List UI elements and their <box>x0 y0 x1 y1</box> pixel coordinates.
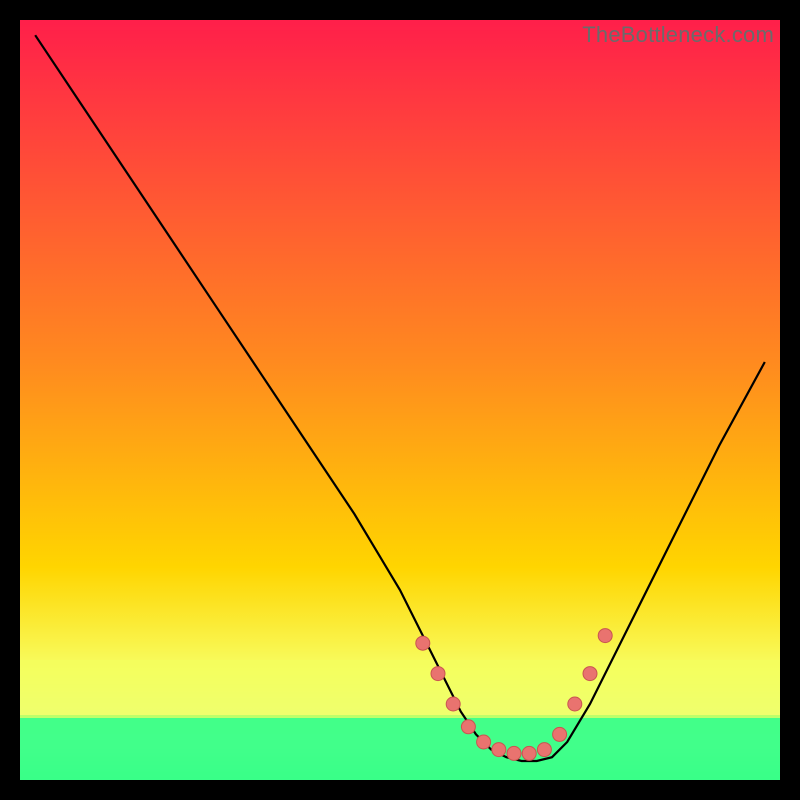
data-point <box>477 735 491 749</box>
data-point <box>431 667 445 681</box>
data-point <box>568 697 582 711</box>
data-point <box>537 743 551 757</box>
data-point <box>416 636 430 650</box>
data-point <box>492 743 506 757</box>
data-point <box>553 727 567 741</box>
data-point <box>522 746 536 760</box>
data-point <box>583 667 597 681</box>
data-point <box>507 746 521 760</box>
data-point <box>598 629 612 643</box>
yellow-band <box>20 660 780 718</box>
chart-svg <box>20 20 780 780</box>
data-point <box>461 720 475 734</box>
green-band <box>20 715 780 780</box>
data-point <box>446 697 460 711</box>
chart-frame: TheBottleneck.com <box>20 20 780 780</box>
watermark-text: TheBottleneck.com <box>582 22 774 48</box>
